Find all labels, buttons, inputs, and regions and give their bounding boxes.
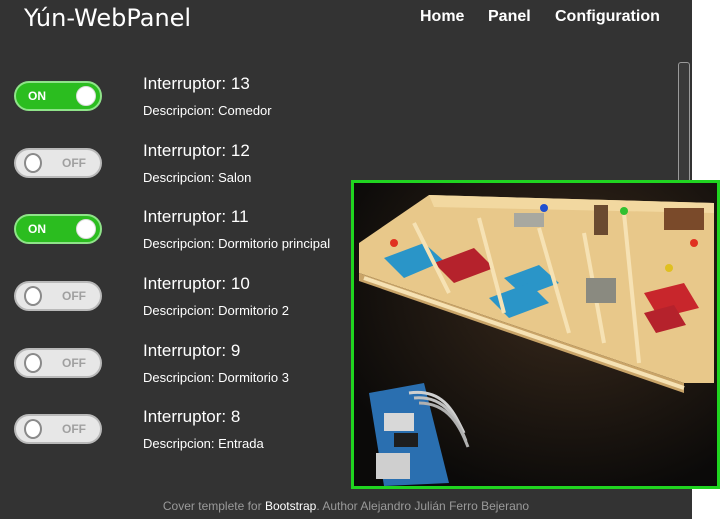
bathroom-fixture — [586, 278, 616, 303]
bathroom-fixture — [514, 213, 544, 227]
led-blue — [540, 204, 548, 212]
switch-title: Interruptor: 11 — [143, 207, 249, 226]
top-nav: Home Panel Configuration — [0, 8, 692, 28]
house-model-illustration — [354, 183, 717, 486]
toggle-knob — [24, 286, 42, 306]
toggle-switch[interactable]: ON — [14, 214, 102, 244]
nav-panel[interactable]: Panel — [488, 8, 531, 26]
switch-title: Interruptor: 13 — [143, 74, 250, 93]
toggle-switch[interactable]: OFF — [14, 148, 102, 178]
toggle-switch[interactable]: OFF — [14, 281, 102, 311]
bootstrap-link[interactable]: Bootstrap — [265, 499, 316, 513]
toggle-state-label: OFF — [62, 156, 86, 170]
toggle-knob — [24, 419, 42, 439]
toggle-knob — [24, 153, 42, 173]
toggle-switch[interactable]: ON — [14, 81, 102, 111]
house-model-photo — [351, 180, 720, 489]
switch-description: Descripcion: Comedor — [143, 103, 272, 118]
footer: Cover templete for Bootstrap. Author Ale… — [0, 499, 692, 513]
nav-configuration[interactable]: Configuration — [555, 8, 660, 26]
footer-prefix: Cover templete for — [162, 499, 265, 513]
led-green — [620, 207, 628, 215]
led-red — [390, 239, 398, 247]
switch-title: Interruptor: 9 — [143, 341, 241, 360]
led-yellow — [665, 264, 673, 272]
toggle-state-label: ON — [28, 89, 46, 103]
toggle-state-label: OFF — [62, 289, 86, 303]
nav-home[interactable]: Home — [420, 8, 464, 26]
toggle-knob — [76, 86, 96, 106]
switch-description: Descripcion: Entrada — [143, 436, 264, 451]
door — [594, 205, 608, 235]
switch-row: ON Interruptor: 13 Descripcion: Comedor — [0, 74, 692, 134]
footer-suffix: . Author Alejandro Julián Ferro Bejerano — [316, 499, 530, 513]
switch-description: Descripcion: Salon — [143, 170, 252, 185]
switch-description: Descripcion: Dormitorio 3 — [143, 370, 289, 385]
cabinet — [664, 208, 704, 230]
toggle-state-label: ON — [28, 222, 46, 236]
toggle-knob — [76, 219, 96, 239]
switch-description: Descripcion: Dormitorio principal — [143, 236, 331, 251]
switch-description: Descripcion: Dormitorio 2 — [143, 303, 289, 318]
switch-title: Interruptor: 10 — [143, 274, 250, 293]
switch-title: Interruptor: 8 — [143, 407, 241, 426]
switch-title: Interruptor: 12 — [143, 141, 250, 160]
toggle-knob — [24, 353, 42, 373]
toggle-switch[interactable]: OFF — [14, 348, 102, 378]
led-red — [690, 239, 698, 247]
toggle-state-label: OFF — [62, 422, 86, 436]
toggle-state-label: OFF — [62, 356, 86, 370]
toggle-switch[interactable]: OFF — [14, 414, 102, 444]
